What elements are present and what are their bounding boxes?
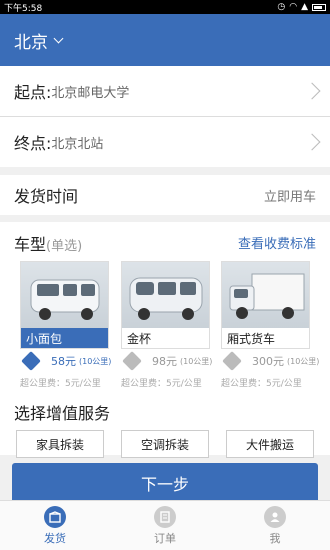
price-jinbei: 98元 (10公里) (122, 351, 213, 371)
price-value: 300元 (252, 355, 284, 368)
city-label: 北京 (14, 32, 48, 53)
over-mileage-fee: 超公里费：5元/公里 (121, 379, 202, 389)
vehicle-title-text: 车型 (14, 235, 47, 254)
price-unit: (10公里) (180, 356, 213, 366)
end-location-row[interactable]: 终点: 北京北站 (0, 117, 330, 167)
tab-label: 发货 (44, 531, 66, 545)
wifi-icon: ◠ (289, 2, 298, 12)
start-location-value: 北京邮电大学 (51, 85, 130, 101)
car-name: 金杯 (122, 328, 209, 348)
car-option-box-truck[interactable]: 厢式货车 (221, 261, 310, 349)
status-bar: 下午5:58 ◷ ◠ ▲ (0, 0, 330, 14)
delivery-time-label: 发货时间 (14, 187, 79, 206)
jinbei-image (122, 262, 209, 328)
car-option-minivan[interactable]: 小面包 (20, 261, 109, 349)
minivan-image (21, 262, 108, 328)
status-icons: ◷ ◠ ▲ (277, 2, 326, 12)
over-mileage-fee: 超公里费：5元/公里 (20, 379, 101, 389)
tab-ship[interactable]: 发货 (0, 501, 110, 550)
price-value: 98元 (152, 355, 177, 368)
service-ac-button[interactable]: 空调拆装 (121, 430, 209, 458)
vehicle-subtitle: (单选) (46, 239, 83, 254)
header-bar: 北京 (0, 14, 330, 66)
start-label: 起点: (14, 83, 52, 102)
car-option-jinbei[interactable]: 金杯 (121, 261, 210, 349)
chevron-right-icon (303, 82, 321, 100)
chevron-down-icon (53, 33, 64, 43)
start-location-row[interactable]: 起点: 北京邮电大学 (0, 66, 330, 116)
package-icon (44, 505, 66, 528)
end-label: 终点: (14, 134, 52, 153)
user-icon (264, 505, 286, 528)
chevron-right-icon (303, 133, 321, 151)
price-tag-icon (122, 351, 142, 371)
delivery-time-value: 立即用车 (263, 189, 316, 205)
price-value: 58元 (51, 355, 76, 368)
price-unit: (10公里) (287, 356, 320, 366)
bottom-tab-bar: 发货 订单 我 (0, 500, 330, 550)
vehicle-title: 车型(单选) (14, 231, 82, 255)
order-icon (154, 505, 176, 528)
price-minivan: 58元 (10公里) (21, 351, 112, 371)
battery-icon (312, 3, 326, 11)
end-location-value: 北京北站 (51, 136, 104, 152)
price-box-truck: 300元 (10公里) (222, 351, 320, 371)
box-truck-image (222, 262, 309, 328)
price-unit: (10公里) (79, 356, 112, 366)
service-bulky-button[interactable]: 大件搬运 (226, 430, 314, 458)
car-name: 厢式货车 (222, 328, 309, 348)
delivery-time-row[interactable]: 发货时间 立即用车 (0, 175, 330, 215)
services-title: 选择增值服务 (14, 404, 111, 423)
over-mileage-fee: 超公里费：5元/公里 (221, 379, 302, 389)
tab-label: 我 (269, 531, 281, 545)
alarm-icon: ◷ (277, 2, 286, 12)
price-tag-icon (222, 351, 242, 371)
signal-icon: ▲ (301, 2, 308, 12)
car-name: 小面包 (21, 328, 108, 348)
tab-label: 订单 (154, 531, 176, 545)
service-furniture-button[interactable]: 家具拆装 (16, 430, 104, 458)
city-selector[interactable]: 北京 (14, 28, 64, 53)
tab-orders[interactable]: 订单 (110, 501, 220, 550)
tab-me[interactable]: 我 (220, 501, 330, 550)
next-step-button[interactable]: 下一步 (12, 463, 318, 503)
price-tag-icon (21, 351, 41, 371)
status-time: 下午5:58 (4, 3, 43, 14)
view-fee-link[interactable]: 查看收费标准 (238, 233, 316, 252)
